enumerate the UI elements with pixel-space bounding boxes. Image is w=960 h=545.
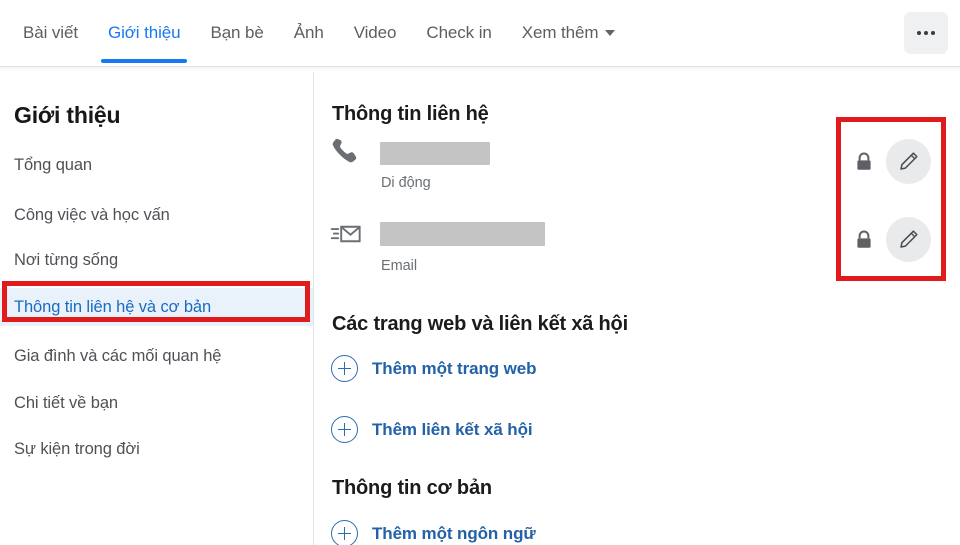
about-main-content: Thông tin liên hệ Di động Email Các tran…: [314, 72, 960, 545]
tab-checkin-label: Check in: [426, 23, 492, 42]
plus-circle-icon: [331, 355, 358, 382]
tab-more-label: Xem thêm: [521, 23, 599, 42]
add-social-link-label: Thêm liên kết xã hội: [372, 419, 533, 439]
tab-posts[interactable]: Bài viết: [8, 0, 93, 66]
tab-videos[interactable]: Video: [339, 0, 412, 66]
sidebar-item-life-events-label: Sự kiện trong đời: [14, 440, 140, 458]
tab-checkin[interactable]: Check in: [411, 0, 506, 66]
add-language-label: Thêm một ngôn ngữ: [372, 523, 536, 543]
add-website-label: Thêm một trang web: [372, 358, 537, 378]
sidebar-item-family-relationships[interactable]: Gia đình và các mối quan hệ: [0, 340, 313, 373]
contact-row-email: Email: [330, 218, 850, 278]
tab-about-label: Giới thiệu: [107, 23, 181, 42]
tab-friends-label: Bạn bè: [210, 23, 264, 42]
add-website-button[interactable]: Thêm một trang web: [331, 355, 537, 382]
pencil-icon: [900, 230, 918, 248]
tab-friends[interactable]: Bạn bè: [195, 0, 278, 66]
sidebar-item-overview[interactable]: Tổng quan: [0, 149, 313, 182]
ellipsis-horizontal-icon: [917, 31, 935, 35]
tab-videos-label: Video: [353, 23, 397, 42]
edit-email-button[interactable]: [886, 217, 931, 262]
active-tab-underline: [100, 59, 188, 63]
tab-more[interactable]: Xem thêm: [507, 0, 631, 66]
tab-photos[interactable]: Ảnh: [279, 0, 339, 66]
sidebar-item-work-education-label: Công việc và học vấn: [14, 206, 170, 224]
profile-tab-bar: Bài viết Giới thiệu Bạn bè Ảnh Video Che…: [0, 0, 960, 72]
about-page: Bài viết Giới thiệu Bạn bè Ảnh Video Che…: [0, 0, 960, 545]
sidebar-item-family-relationships-label: Gia đình và các mối quan hệ: [14, 347, 222, 365]
sidebar-item-overview-label: Tổng quan: [14, 156, 92, 174]
add-language-button[interactable]: Thêm một ngôn ngữ: [331, 520, 536, 545]
pencil-icon: [900, 152, 918, 170]
email-value-redacted: [380, 222, 545, 246]
tab-photos-label: Ảnh: [293, 23, 324, 42]
sidebar-item-life-events[interactable]: Sự kiện trong đời: [0, 433, 313, 466]
sidebar-item-contact-basic-info-label: Thông tin liên hệ và cơ bản: [14, 297, 212, 316]
plus-circle-icon: [331, 416, 358, 443]
phone-value-redacted: [380, 142, 490, 165]
add-social-link-button[interactable]: Thêm liên kết xã hội: [331, 416, 533, 443]
sidebar-item-contact-basic-info[interactable]: Thông tin liên hệ và cơ bản: [0, 288, 313, 326]
lock-icon: [855, 230, 873, 250]
basic-info-section-title: Thông tin cơ bản: [332, 477, 492, 499]
edit-phone-button[interactable]: [886, 139, 931, 184]
contact-info-section-title: Thông tin liên hệ: [332, 103, 489, 125]
chevron-down-icon: [605, 30, 616, 36]
contact-row-phone: Di động: [330, 136, 750, 196]
lock-icon: [855, 152, 873, 172]
phone-icon: [330, 136, 360, 166]
about-sidebar: Giới thiệu Tổng quan Công việc và học vấ…: [0, 72, 313, 545]
email-sublabel: Email: [381, 258, 418, 274]
phone-sublabel: Di động: [381, 175, 431, 191]
sidebar-item-details-about-you[interactable]: Chi tiết về bạn: [0, 387, 313, 420]
sidebar-item-places-lived-label: Nơi từng sống: [14, 251, 119, 269]
sidebar-title: Giới thiệu: [14, 102, 121, 128]
more-options-button[interactable]: [904, 12, 948, 54]
sidebar-item-details-about-you-label: Chi tiết về bạn: [14, 394, 118, 412]
tab-list: Bài viết Giới thiệu Bạn bè Ảnh Video Che…: [8, 0, 630, 66]
tab-about[interactable]: Giới thiệu: [93, 0, 196, 66]
sidebar-item-places-lived[interactable]: Nơi từng sống: [0, 244, 313, 277]
plus-circle-icon: [331, 520, 358, 545]
sidebar-item-work-education[interactable]: Công việc và học vấn: [0, 199, 313, 232]
envelope-icon: [330, 220, 361, 250]
websites-section-title: Các trang web và liên kết xã hội: [332, 313, 628, 335]
tab-posts-label: Bài viết: [23, 23, 78, 42]
